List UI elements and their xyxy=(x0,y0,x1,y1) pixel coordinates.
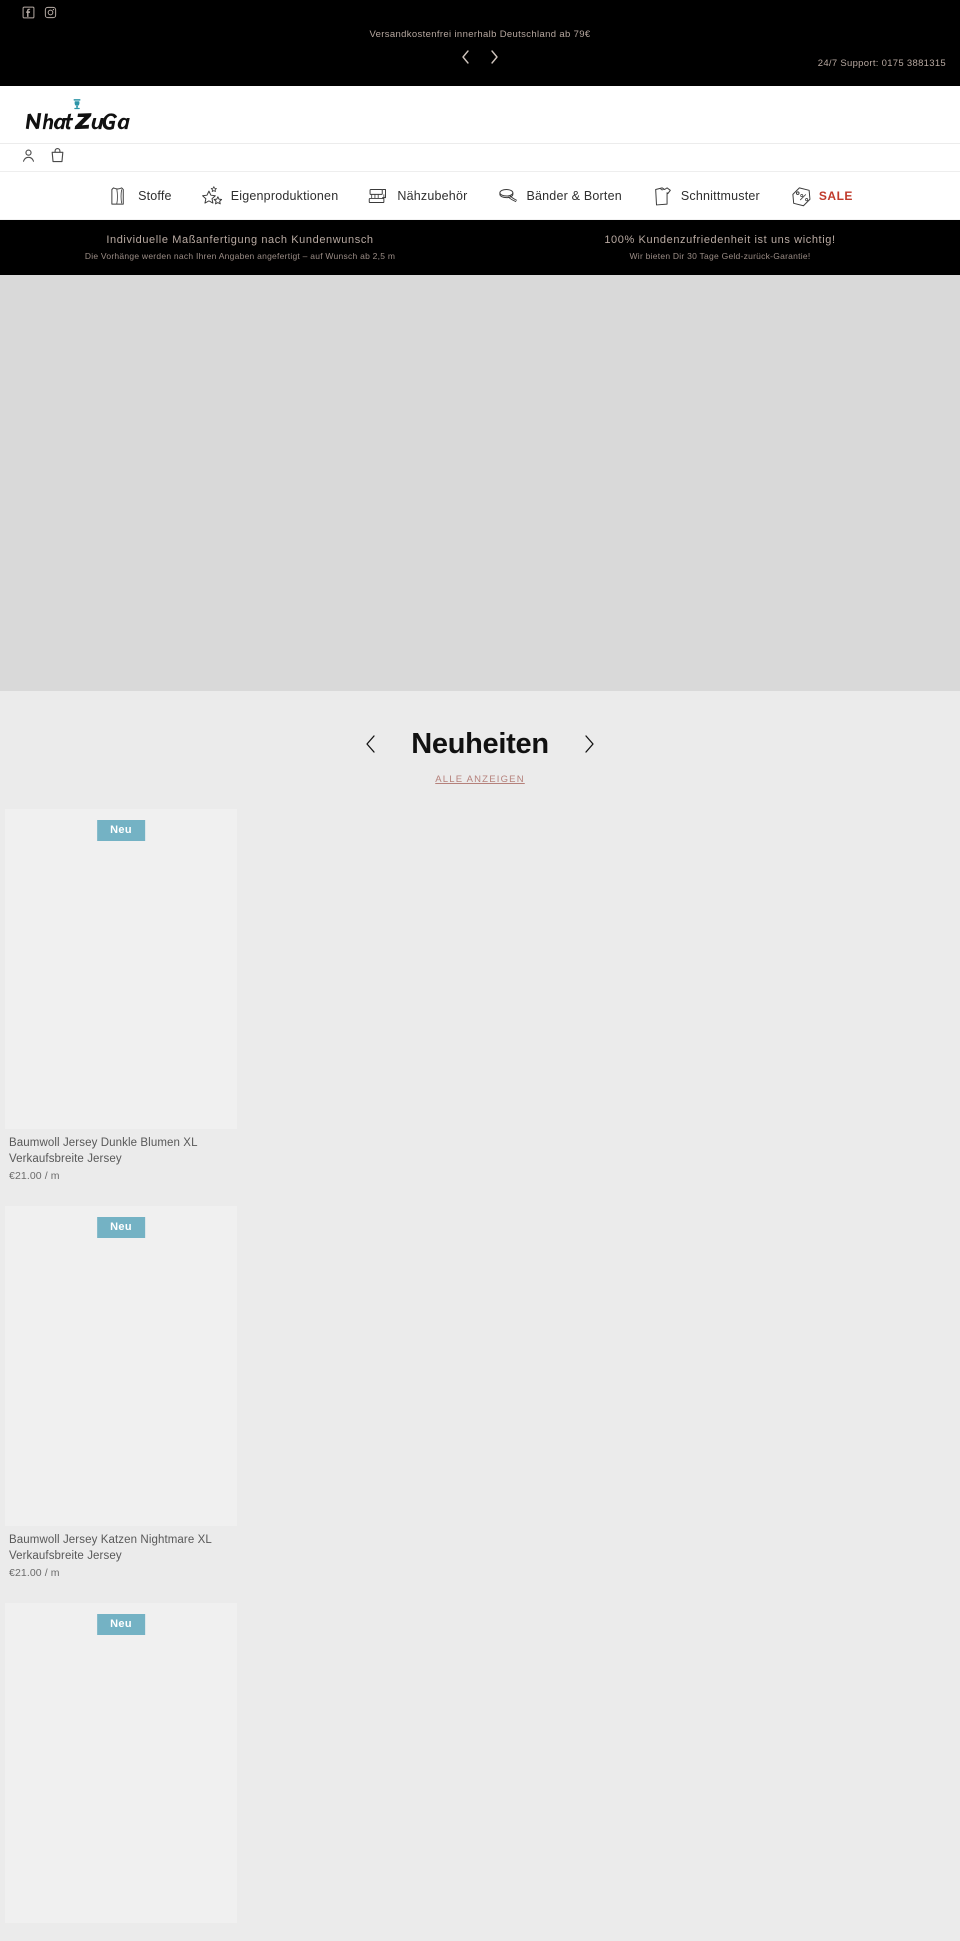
announcement-bar: Versandkostenfrei innerhalb Deutschland … xyxy=(0,0,960,86)
nav-label-naehzubehoer: Nähzubehör xyxy=(397,188,468,203)
product-subtitle: Verkaufsbreite Jersey xyxy=(9,1153,122,1165)
product-grid: Neu Baumwoll Jersey Dunkle Blumen XL Ver… xyxy=(0,809,960,1931)
usp-subtitle-1: Die Vorhänge werden nach Ihren Angaben a… xyxy=(84,250,396,261)
usp-column-2: 100% Kundenzufriedenheit ist uns wichtig… xyxy=(480,233,960,263)
product-info: Baumwoll Jersey Katzen Nightmare XL Verk… xyxy=(5,1526,237,1581)
cart-icon[interactable] xyxy=(49,147,66,164)
ribbon-icon xyxy=(495,183,521,209)
collection-link-row: ALLE ANZEIGEN xyxy=(0,769,960,787)
announcement-message: Versandkostenfrei innerhalb Deutschland … xyxy=(369,29,591,40)
logo-wordmark xyxy=(25,113,130,130)
announcement-carousel-controls xyxy=(0,48,960,66)
utility-bar xyxy=(0,144,960,172)
fabric-icon xyxy=(107,183,133,209)
pattern-icon xyxy=(650,183,676,209)
sewing-machine-icon xyxy=(366,183,392,209)
product-image[interactable]: Neu xyxy=(5,1603,237,1923)
nav-item-naehzubehoer[interactable]: Nähzubehör xyxy=(366,183,467,209)
usp-title-2: 100% Kundenzufriedenheit ist uns wichtig… xyxy=(604,233,836,246)
nav-item-eigenproduktionen[interactable]: Eigenproduktionen xyxy=(200,183,339,209)
collection-title: Neuheiten xyxy=(411,728,549,760)
nav-item-schnittmuster[interactable]: Schnittmuster xyxy=(650,183,760,209)
collection-prev-button[interactable] xyxy=(359,729,381,759)
product-image[interactable]: Neu xyxy=(5,809,237,1129)
utility-icons xyxy=(20,147,66,164)
logo-mark xyxy=(73,99,81,110)
collection-section: Neuheiten ALLE ANZEIGEN Neu Baumwoll Jer… xyxy=(0,691,960,1941)
hero-banner[interactable] xyxy=(0,275,960,691)
announcement-prev-button[interactable] xyxy=(457,48,475,66)
product-image[interactable]: Neu xyxy=(5,1206,237,1526)
view-all-link[interactable]: ALLE ANZEIGEN xyxy=(435,774,525,785)
product-price: €21.00 / m xyxy=(9,1170,60,1182)
support-phone: 24/7 Support: 0175 3881315 xyxy=(817,58,946,69)
collection-header: Neuheiten xyxy=(0,727,960,761)
instagram-icon[interactable] xyxy=(44,6,57,19)
product-subtitle: Verkaufsbreite Jersey xyxy=(9,1550,122,1562)
nav-item-baender-borten[interactable]: Bänder & Borten xyxy=(495,183,622,209)
nav-label-sale: SALE xyxy=(818,188,853,203)
nav-label-schnittmuster: Schnittmuster xyxy=(680,188,760,203)
usp-subtitle-2: Wir bieten Dir 30 Tage Geld-zurück-Garan… xyxy=(629,250,811,261)
usp-column-1: Individuelle Maßanfertigung nach Kundenw… xyxy=(0,233,480,263)
site-header xyxy=(0,86,960,144)
product-title[interactable]: Baumwoll Jersey Katzen Nightmare XL xyxy=(9,1532,235,1548)
product-title[interactable]: Baumwoll Jersey Dunkle Blumen XL xyxy=(9,1135,235,1151)
product-card: Neu Baumwoll Jersey Dunkle Blumen XL Ver… xyxy=(5,809,237,1184)
site-logo[interactable] xyxy=(20,96,136,138)
new-badge: Neu xyxy=(97,1614,145,1635)
social-links xyxy=(22,6,57,19)
new-badge: Neu xyxy=(97,820,145,841)
nav-item-sale[interactable]: SALE xyxy=(788,183,853,209)
usp-band: Individuelle Maßanfertigung nach Kundenw… xyxy=(0,220,960,275)
facebook-icon[interactable] xyxy=(22,6,35,19)
stars-icon xyxy=(200,183,226,209)
nav-label-stoffe: Stoffe xyxy=(138,188,172,203)
usp-title-1: Individuelle Maßanfertigung nach Kundenw… xyxy=(106,233,374,246)
nav-item-stoffe[interactable]: Stoffe xyxy=(107,183,172,209)
collection-next-button[interactable] xyxy=(579,729,601,759)
product-price: €21.00 / m xyxy=(9,1567,60,1579)
nav-label-eigenproduktionen: Eigenproduktionen xyxy=(230,188,339,203)
product-info xyxy=(5,1923,237,1929)
announcement-message-wrap: Versandkostenfrei innerhalb Deutschland … xyxy=(0,28,960,41)
nav-label-baender-borten: Bänder & Borten xyxy=(526,188,622,203)
product-info: Baumwoll Jersey Dunkle Blumen XL Verkauf… xyxy=(5,1129,237,1184)
price-tag-icon xyxy=(788,183,814,209)
account-icon[interactable] xyxy=(20,147,37,164)
main-navigation: Stoffe Eigenproduktionen Nähzubehör Bänd… xyxy=(0,172,960,220)
announcement-next-button[interactable] xyxy=(486,48,504,66)
product-card: Neu Baumwoll Jersey Katzen Nightmare XL … xyxy=(5,1206,237,1581)
product-card: Neu xyxy=(5,1603,237,1931)
new-badge: Neu xyxy=(97,1217,145,1238)
